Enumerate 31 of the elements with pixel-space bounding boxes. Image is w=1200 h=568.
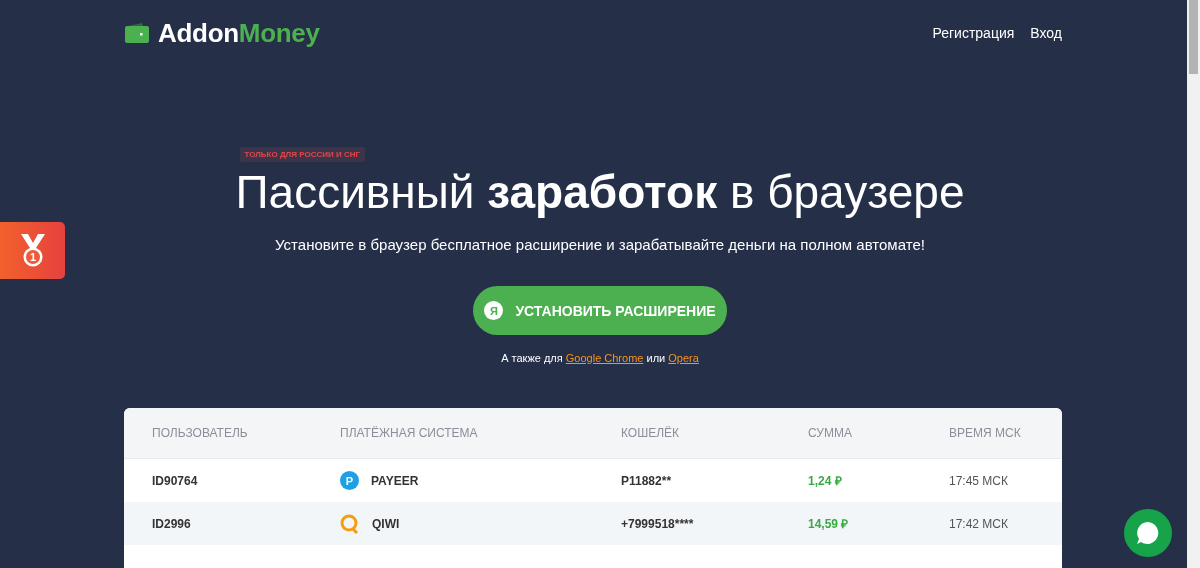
logo-text[interactable]: AddonMoney <box>158 17 320 49</box>
chat-button[interactable] <box>1124 509 1172 557</box>
table-cell-text: ID2996 <box>152 516 192 531</box>
wallet-icon <box>125 23 149 43</box>
table-cell: QIWI <box>372 516 400 531</box>
nav-link[interactable]: Вход <box>1030 25 1062 41</box>
table-cell-text: P11882** <box>621 473 673 488</box>
region-badge: ТОЛЬКО ДЛЯ РОССИИ И СНГ <box>239 147 365 162</box>
table-cell: PAYEER <box>371 473 419 488</box>
scrollbar[interactable] <box>1187 0 1200 568</box>
hero-title: Пассивный заработок в браузере <box>235 165 965 220</box>
table-cell-text: 17:42 МСК <box>949 516 1009 531</box>
column-header: СУММА <box>808 426 853 440</box>
payeer-icon: P <box>340 471 359 490</box>
column-header: ВРЕМЯ МСК <box>949 426 1022 440</box>
browser-link[interactable]: Opera <box>668 352 699 364</box>
column-header: КОШЕЛЁК <box>621 426 681 440</box>
hero-subtitle: Установите в браузер бесплатное расширение и зарабатывайте деньги на полном автомате! <box>275 236 925 253</box>
also-for-text: А также для Google Chrome или Opera <box>501 352 699 364</box>
chat-bubble-icon <box>1135 520 1161 546</box>
browser-link[interactable]: Google Chrome <box>565 352 644 364</box>
nav-link[interactable]: Регистрация <box>932 25 1015 41</box>
column-header: ПЛАТЁЖНАЯ СИСТЕМА <box>340 426 479 440</box>
column-header: ПОЛЬЗОВАТЕЛЬ <box>152 426 249 440</box>
table-cell-text: +7999518**** <box>621 516 695 531</box>
table-cell-text: ID90764 <box>152 473 199 488</box>
amount-cell-text: 1,24 ₽ <box>808 473 843 489</box>
amount-cell-text: 14,59 ₽ <box>808 516 850 532</box>
qiwi-icon <box>340 513 360 534</box>
medal-tab[interactable]: 1 <box>0 222 65 279</box>
table-cell-text: 17:45 МСК <box>949 473 1009 488</box>
